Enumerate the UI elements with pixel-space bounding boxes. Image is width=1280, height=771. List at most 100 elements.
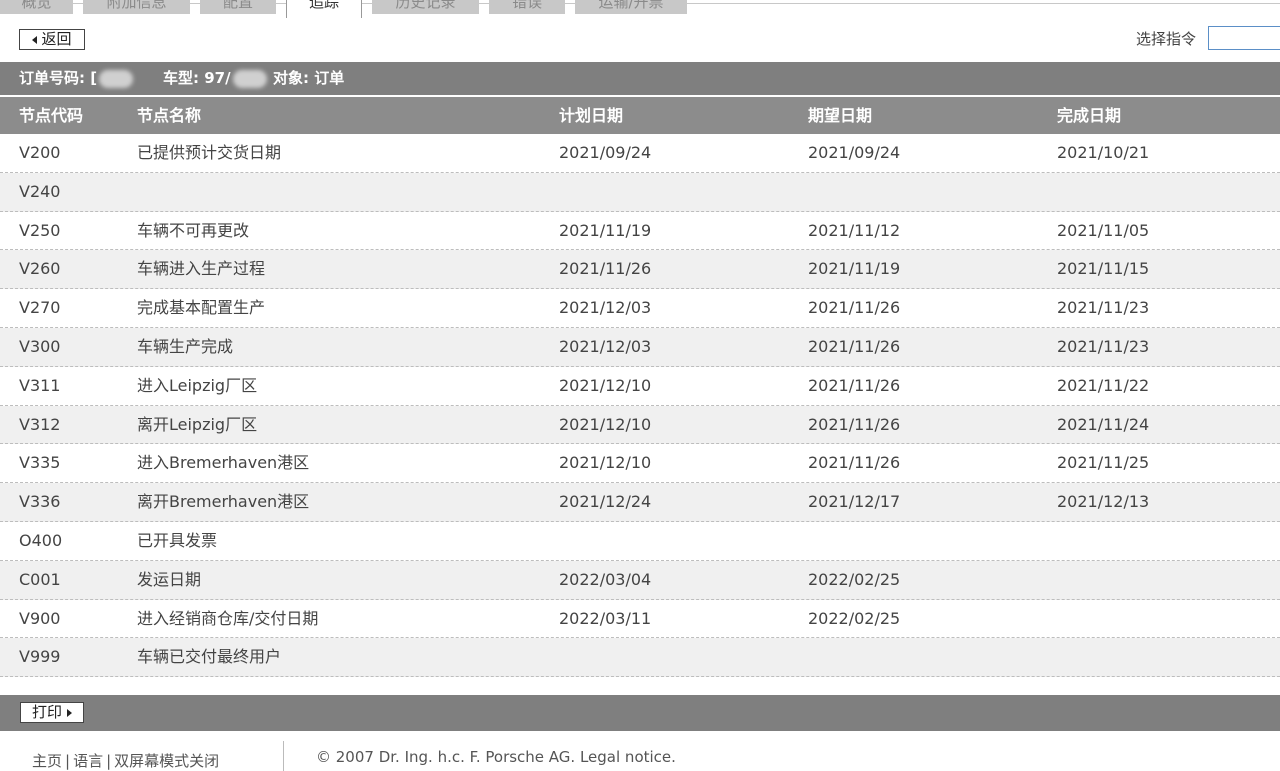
cell-planned-date: 2021/12/10 — [559, 414, 652, 434]
cell-node-code: V240 — [19, 181, 61, 201]
table-row: V335 进入Bremerhaven港区 2021/12/10 2021/11/26 2… — [0, 444, 1280, 484]
command-input[interactable] — [1208, 26, 1280, 50]
cell-planned-date: 2021/11/26 — [559, 259, 652, 279]
cell-node-name: 车辆不可再更改 — [137, 220, 250, 240]
cell-node-name: 完成基本配置生产 — [137, 298, 266, 318]
cell-node-code: V260 — [19, 259, 61, 279]
cell-expected-date: 2022/02/25 — [808, 569, 901, 589]
tracking-table-body: V200 已提供预计交货日期 2021/09/24 2021/09/24 2021/10… — [0, 134, 1280, 678]
order-number-label: 订单号码: [ — [19, 69, 98, 87]
table-header: 节点代码 节点名称 计划日期 期望日期 完成日期 — [0, 97, 1280, 134]
cell-completed-date: 2021/11/24 — [1057, 414, 1150, 434]
cell-planned-date: 2021/12/10 — [559, 453, 652, 473]
cell-expected-date: 2021/09/24 — [808, 143, 901, 162]
table-row: O400 已开具发票 — [0, 522, 1280, 561]
back-button[interactable]: 返回 — [19, 29, 85, 50]
cell-expected-date: 2021/11/26 — [808, 414, 901, 434]
footer-separator: | — [106, 752, 112, 770]
cell-completed-date: 2021/11/25 — [1057, 453, 1150, 473]
cell-node-name: 车辆进入生产过程 — [137, 259, 266, 279]
cell-planned-date: 2021/12/03 — [559, 336, 652, 356]
cell-node-code: V312 — [19, 414, 61, 434]
cell-node-name: 离开Leipzig厂区 — [137, 414, 258, 434]
cell-planned-date: 2021/12/03 — [559, 298, 652, 318]
cell-node-name: 进入Leipzig厂区 — [137, 375, 258, 395]
cell-expected-date: 2021/11/19 — [808, 259, 901, 279]
print-button[interactable]: 打印 — [20, 702, 84, 723]
triangle-right-icon — [67, 708, 72, 717]
table-row: V250 车辆不可再更改 2021/11/19 2021/11/12 2021/11/0… — [0, 212, 1280, 251]
footer-link-language[interactable]: 语言 — [73, 752, 103, 770]
command-label: 选择指令 — [1136, 30, 1197, 48]
bottom-bar — [0, 695, 1280, 731]
cell-planned-date: 2021/09/24 — [559, 143, 652, 162]
cell-node-code: V250 — [19, 220, 61, 240]
table-row: V240 — [0, 172, 1280, 212]
cell-expected-date: 2021/11/26 — [808, 298, 901, 318]
vehicle-model-label: 车型: 97/ — [163, 69, 231, 87]
header-completed-date: 完成日期 — [1057, 106, 1122, 125]
cell-node-code: V335 — [19, 453, 61, 473]
table-row: V999 车辆已交付最终用户 — [0, 638, 1280, 678]
cell-node-code: V999 — [19, 647, 61, 667]
table-row: V311 进入Leipzig厂区 2021/12/10 2021/11/26 2021/… — [0, 367, 1280, 406]
cell-node-code: V270 — [19, 298, 61, 318]
vehicle-model: 车型: 97/ — [163, 62, 267, 95]
tab-bar: 概览 附加信息 配置 追踪 历史记录 错误 运输/开票 — [0, 0, 1280, 18]
cell-expected-date: 2022/02/25 — [808, 608, 901, 628]
table-row: V260 车辆进入生产过程 2021/11/26 2021/11/19 2021/11/… — [0, 250, 1280, 290]
cell-node-code: V336 — [19, 492, 61, 512]
cell-node-name: 车辆生产完成 — [137, 336, 234, 356]
cell-planned-date: 2021/12/10 — [559, 375, 652, 395]
cell-completed-date: 2021/11/23 — [1057, 336, 1150, 356]
cell-completed-date: 2021/11/05 — [1057, 220, 1150, 240]
cell-expected-date: 2021/11/26 — [808, 336, 901, 356]
cell-completed-date: 2021/11/22 — [1057, 375, 1150, 395]
cell-node-code: O400 — [19, 530, 63, 550]
header-node-code: 节点代码 — [19, 106, 84, 125]
table-row: V300 车辆生产完成 2021/12/03 2021/11/26 2021/11/23 — [0, 327, 1280, 367]
cell-planned-date: 2021/12/24 — [559, 492, 652, 512]
redaction-blur — [99, 69, 134, 88]
cell-node-name: 已提供预计交货日期 — [137, 143, 282, 162]
cell-node-name: 车辆已交付最终用户 — [137, 647, 282, 667]
print-button-label: 打印 — [31, 703, 62, 721]
cell-node-code: V900 — [19, 608, 61, 628]
cell-node-name: 已开具发票 — [137, 530, 218, 550]
header-planned-date: 计划日期 — [559, 106, 624, 125]
cell-completed-date: 2021/10/21 — [1057, 143, 1150, 162]
tab-additional-info[interactable]: 附加信息 — [83, 0, 190, 14]
table-row: V336 离开Bremerhaven港区 2021/12/24 2021/12/17 2… — [0, 483, 1280, 522]
cell-completed-date: 2021/11/23 — [1057, 298, 1150, 318]
tab-shipping-invoicing[interactable]: 运输/开票 — [575, 0, 687, 14]
cell-planned-date: 2022/03/04 — [559, 569, 652, 589]
table-row: V900 进入经销商仓库/交付日期 2022/03/11 2022/02/25 — [0, 600, 1280, 639]
table-row: V200 已提供预计交货日期 2021/09/24 2021/09/24 2021/10… — [0, 134, 1280, 173]
cell-expected-date: 2021/11/26 — [808, 375, 901, 395]
triangle-left-icon — [32, 35, 38, 44]
footer-link-home[interactable]: 主页 — [32, 752, 62, 770]
cell-node-code: V311 — [19, 375, 61, 395]
tab-errors[interactable]: 错误 — [489, 0, 565, 14]
tab-tracking[interactable]: 追踪 — [286, 0, 362, 18]
cell-expected-date: 2021/11/26 — [808, 453, 901, 473]
cell-completed-date: 2021/12/13 — [1057, 492, 1150, 512]
footer-divider — [283, 741, 284, 771]
table-row: C001 发运日期 2022/03/04 2022/02/25 — [0, 560, 1280, 600]
cell-node-code: V300 — [19, 336, 61, 356]
table-row: V312 离开Leipzig厂区 2021/12/10 2021/11/26 2021/… — [0, 405, 1280, 445]
tab-history[interactable]: 历史记录 — [372, 0, 479, 14]
header-node-name: 节点名称 — [137, 106, 202, 125]
footer: 主页 | 语言 | 双屏幕模式关闭 © 2007 Dr. Ing. h.c. F. Po… — [0, 741, 1280, 771]
back-button-label: 返回 — [41, 30, 72, 48]
table-row: V270 完成基本配置生产 2021/12/03 2021/11/26 2021/11/… — [0, 289, 1280, 328]
tab-configuration[interactable]: 配置 — [200, 0, 276, 14]
footer-links: 主页 | 语言 | 双屏幕模式关闭 — [32, 750, 219, 771]
redaction-blur — [232, 69, 267, 88]
footer-link-dual-screen[interactable]: 双屏幕模式关闭 — [114, 752, 219, 770]
cell-expected-date: 2021/11/12 — [808, 220, 901, 240]
cell-node-name: 离开Bremerhaven港区 — [137, 492, 310, 512]
cell-node-code: C001 — [19, 569, 61, 589]
tab-overview[interactable]: 概览 — [0, 0, 73, 14]
order-info-bar: 订单号码: [ 车型: 97/ 对象: 订单 — [0, 62, 1280, 95]
